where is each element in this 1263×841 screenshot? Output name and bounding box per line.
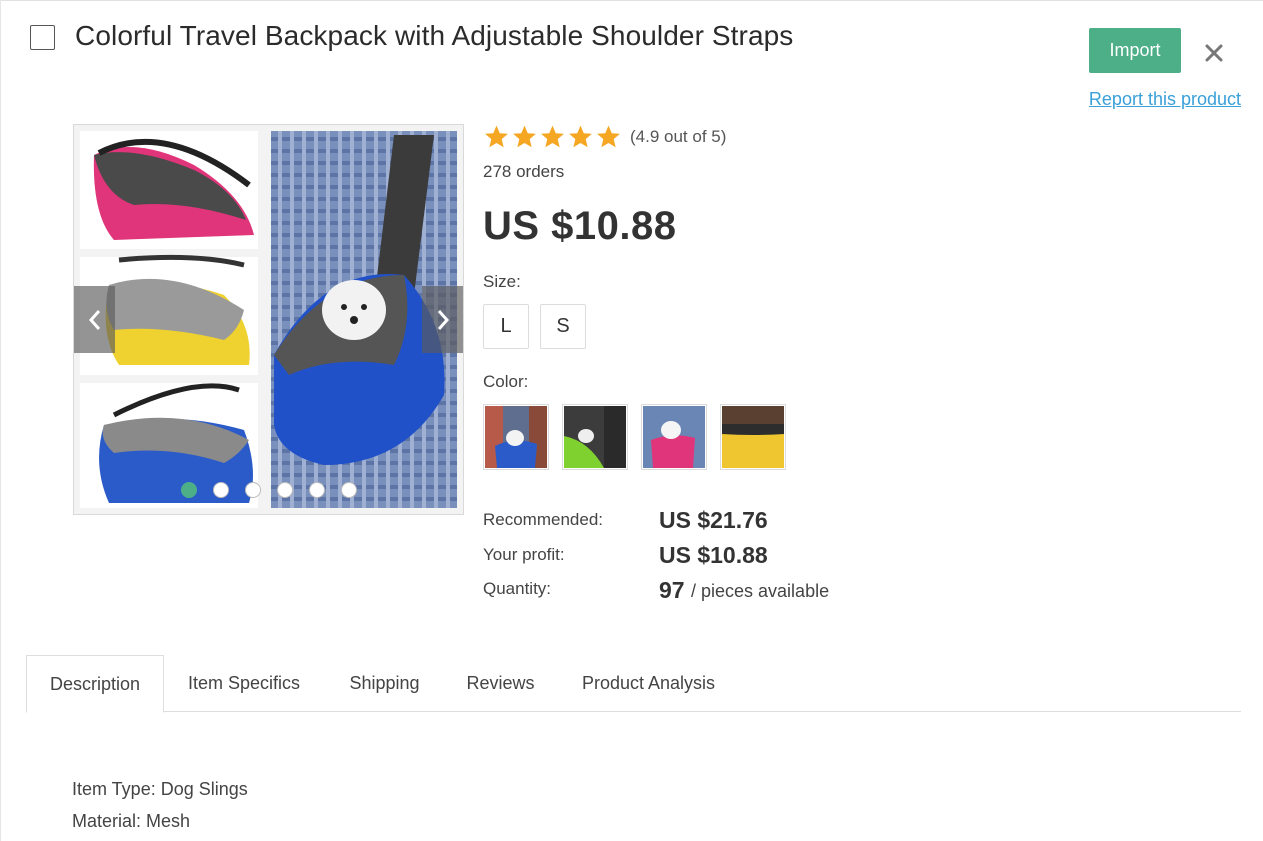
quantity-suffix: / pieces available xyxy=(691,581,830,601)
gallery-dot[interactable] xyxy=(180,482,197,498)
color-swatch-pink[interactable] xyxy=(641,404,707,470)
color-swatch-blue[interactable] xyxy=(483,404,549,470)
description-line: Material: Mesh xyxy=(72,811,191,831)
gallery-dot[interactable] xyxy=(308,482,325,498)
select-product-checkbox[interactable] xyxy=(30,25,55,50)
profit-label: Your profit: xyxy=(483,545,565,564)
import-button[interactable]: Import xyxy=(1089,28,1181,73)
chevron-right-icon xyxy=(437,309,449,330)
star-icon xyxy=(597,125,620,148)
close-button[interactable] xyxy=(1201,40,1227,66)
star-icon xyxy=(541,125,564,148)
tab-description[interactable]: Description xyxy=(26,655,164,713)
star-icon xyxy=(569,125,592,148)
left-border xyxy=(0,0,1,841)
description-line: Item Type: Dog Slings xyxy=(72,779,248,799)
swatch-image xyxy=(643,406,705,468)
gallery-prev-button[interactable] xyxy=(74,286,115,353)
product-tabs: Description Item Specifics Shipping Revi… xyxy=(26,655,1241,713)
orders-count: 278 orders xyxy=(483,162,565,181)
product-rating: (4.9 out of 5) xyxy=(483,124,726,150)
size-label: Size: xyxy=(483,272,521,291)
rating-text: (4.9 out of 5) xyxy=(630,127,727,146)
rating-stars xyxy=(483,124,622,150)
size-option-l[interactable]: L xyxy=(483,304,529,349)
tab-item-specifics[interactable]: Item Specifics xyxy=(169,655,319,712)
chevron-left-icon xyxy=(88,309,100,330)
gallery-dot[interactable] xyxy=(244,482,261,498)
product-price: US $10.88 xyxy=(483,204,677,248)
gallery-dot[interactable] xyxy=(340,482,357,498)
recommended-label: Recommended: xyxy=(483,510,604,529)
gallery-pagination xyxy=(74,482,463,498)
product-image xyxy=(74,125,463,514)
swatch-image xyxy=(564,406,626,468)
color-swatch-green[interactable] xyxy=(562,404,628,470)
swatch-image xyxy=(722,406,784,468)
product-title: Colorful Travel Backpack with Adjustable… xyxy=(75,20,794,51)
star-icon xyxy=(485,125,508,148)
report-product-link[interactable]: Report this product xyxy=(1089,89,1241,110)
profit-value: US $10.88 xyxy=(659,542,768,568)
gallery-dot[interactable] xyxy=(212,482,229,498)
quantity-label: Quantity: xyxy=(483,579,552,598)
product-image-gallery[interactable] xyxy=(73,124,464,515)
swatch-image xyxy=(485,406,547,468)
tab-product-analysis[interactable]: Product Analysis xyxy=(566,655,731,712)
color-label: Color: xyxy=(483,372,529,391)
tab-shipping[interactable]: Shipping xyxy=(331,655,438,712)
close-icon xyxy=(1205,44,1223,62)
star-icon xyxy=(513,125,536,148)
top-border xyxy=(0,0,1263,3)
tab-reviews[interactable]: Reviews xyxy=(454,655,547,712)
quantity-value: 97 xyxy=(659,577,685,603)
recommended-price: US $21.76 xyxy=(659,507,768,533)
gallery-next-button[interactable] xyxy=(422,286,463,353)
size-option-s[interactable]: S xyxy=(540,304,586,349)
gallery-dot[interactable] xyxy=(276,482,293,498)
color-swatch-yellow[interactable] xyxy=(720,404,786,470)
